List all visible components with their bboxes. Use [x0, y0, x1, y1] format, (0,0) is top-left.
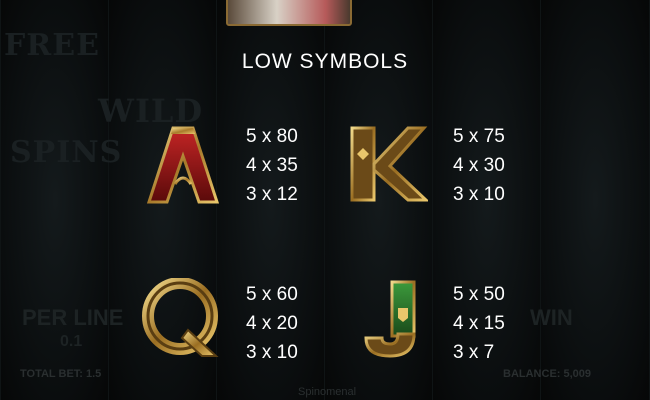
payout-list-a: 5 x 80 4 x 35 3 x 12: [246, 122, 298, 209]
section-title: LOW SYMBOLS: [241, 50, 409, 73]
payout-line: 3 x 10: [246, 342, 298, 363]
total-bet-text: TOTAL BET: 1.5: [20, 368, 102, 380]
payout-line: 3 x 10: [453, 184, 505, 205]
payout-line: 4 x 20: [246, 313, 298, 334]
letter-a-symbol-icon: [143, 124, 223, 204]
letter-k-symbol-icon: [348, 124, 430, 204]
payout-line: 5 x 60: [246, 284, 298, 305]
payout-line: 3 x 7: [453, 342, 495, 363]
payout-line: 4 x 30: [453, 155, 505, 176]
payout-list-j: 5 x 50 4 x 15 3 x 7: [453, 280, 505, 367]
win-label: WIN: [530, 305, 573, 330]
payout-line: 5 x 75: [453, 126, 505, 147]
letter-j-symbol-icon: [358, 278, 438, 358]
per-line-value: 0.1: [60, 333, 83, 350]
payout-list-k: 5 x 75 4 x 30 3 x 10: [453, 122, 505, 209]
brand-text: Spinomenal: [298, 386, 357, 398]
per-line-label: PER LINE: [22, 305, 124, 330]
high-symbol-frame-partial: [226, 0, 352, 26]
payout-line: 4 x 15: [453, 313, 505, 334]
payout-line: 3 x 12: [246, 184, 298, 205]
payout-line: 5 x 50: [453, 284, 505, 305]
payout-line: 5 x 80: [246, 126, 298, 147]
payout-list-q: 5 x 60 4 x 20 3 x 10: [246, 280, 298, 367]
spins-ghost-text: SPINS: [10, 135, 123, 170]
payout-line: 4 x 35: [246, 155, 298, 176]
balance-text: BALANCE: 5,009: [503, 368, 592, 380]
letter-q-symbol-icon: [142, 277, 222, 358]
hud-bar: TOTAL BET: 1.5 BALANCE: 5,009 Spinomenal: [0, 360, 650, 400]
